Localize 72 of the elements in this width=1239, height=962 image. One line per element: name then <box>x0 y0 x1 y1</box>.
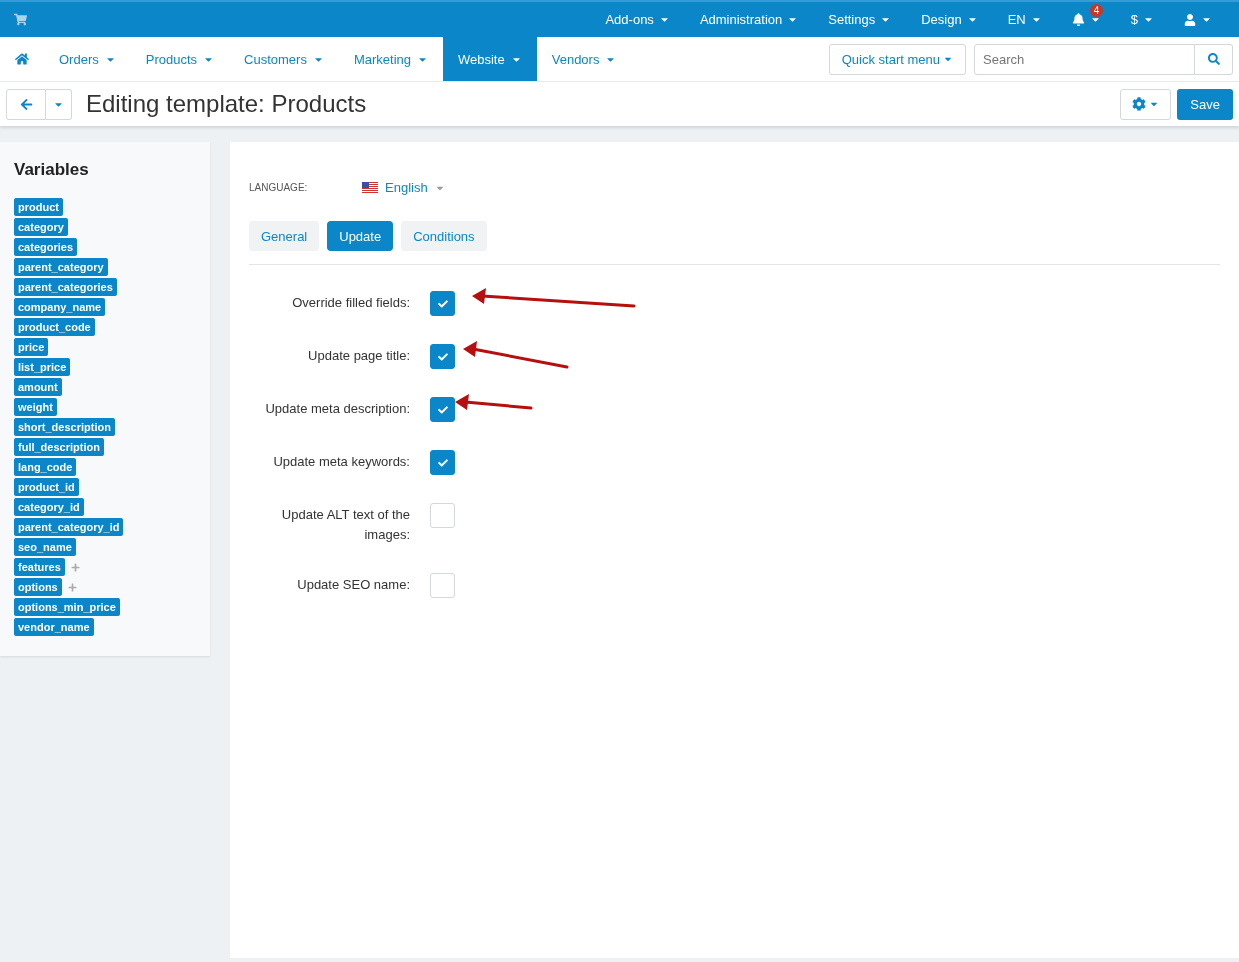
check-icon <box>437 298 448 309</box>
variable-tag[interactable]: list_price <box>14 358 71 376</box>
tab[interactable]: Conditions <box>401 221 487 251</box>
top-menu-item[interactable]: Administration <box>686 12 812 27</box>
panel-title: Variables <box>14 160 90 180</box>
flag-icon <box>362 182 378 193</box>
top-menu-item[interactable]: Design <box>908 12 991 27</box>
variable-tag[interactable]: amount <box>14 378 62 396</box>
field-label: Override filled fields: <box>291 294 410 312</box>
variable-tag[interactable]: options <box>14 578 62 596</box>
variable-tag[interactable]: seo_name <box>14 538 76 556</box>
top-menu-item[interactable]: Settings <box>815 12 905 27</box>
variable-tag[interactable]: options_min_price <box>14 598 120 616</box>
language-label: LANGUAGE: <box>249 182 309 193</box>
checkbox[interactable] <box>430 291 455 316</box>
language-selector[interactable]: English <box>362 180 445 195</box>
variable-tag[interactable]: short_description <box>14 418 115 436</box>
plus-icon[interactable] <box>67 582 77 592</box>
variable-tag[interactable]: parent_category_id <box>14 518 124 536</box>
quick-start-button[interactable]: Quick start menu <box>828 43 966 75</box>
search-button[interactable] <box>1195 43 1233 75</box>
nav-tab[interactable]: Orders <box>44 37 131 81</box>
page-title: Editing template: Products <box>86 90 367 118</box>
nav-tab[interactable]: Website <box>443 37 537 81</box>
save-button[interactable]: Save <box>1177 88 1233 120</box>
variable-tag[interactable]: lang_code <box>14 458 77 476</box>
nav-tab[interactable]: Products <box>130 37 230 81</box>
checkbox[interactable] <box>430 397 455 422</box>
variable-tag[interactable]: category <box>14 218 68 236</box>
search-field[interactable]: Search <box>974 43 1195 75</box>
variable-tag[interactable]: company_name <box>14 298 106 316</box>
nav-tab[interactable]: Customers <box>229 37 339 81</box>
plus-icon[interactable] <box>70 562 80 572</box>
variable-tag[interactable]: vendor_name <box>14 618 94 636</box>
variable-tag[interactable]: product_id <box>14 478 79 496</box>
variable-tag[interactable]: price <box>14 338 49 356</box>
notification-badge: 4 <box>1089 4 1104 17</box>
tab[interactable]: Update <box>327 221 394 251</box>
variable-tag[interactable]: product <box>14 198 63 216</box>
user-icon <box>1184 13 1196 26</box>
field-label: Update meta keywords: <box>272 453 410 471</box>
tab[interactable]: General <box>249 221 320 251</box>
check-icon <box>437 404 448 415</box>
variable-tag[interactable]: features <box>14 558 65 576</box>
variable-tag[interactable]: categories <box>14 238 78 256</box>
field-label: Update SEO name: <box>296 576 410 594</box>
check-icon <box>437 351 448 362</box>
settings-button[interactable] <box>1120 88 1172 120</box>
settings-icon <box>1132 97 1147 111</box>
top-menu-item[interactable]: EN <box>994 12 1055 27</box>
back-button[interactable] <box>6 88 46 120</box>
variable-tag[interactable]: parent_category <box>14 258 108 276</box>
nav-tab[interactable]: Vendors <box>536 37 632 81</box>
home-icon <box>15 52 29 66</box>
field-label: Update ALT text of the images: <box>280 506 410 544</box>
variable-tag[interactable]: weight <box>14 398 57 416</box>
bell-icon <box>1071 13 1085 26</box>
back-arrow-icon <box>19 97 33 111</box>
field-label: Update meta description: <box>264 400 410 418</box>
variable-tag[interactable]: parent_categories <box>14 278 117 296</box>
checkbox[interactable] <box>430 344 455 369</box>
checkbox[interactable] <box>430 450 455 475</box>
check-icon <box>437 457 448 468</box>
top-menu-item[interactable]: Add-ons <box>592 12 683 27</box>
nav-tab[interactable]: Marketing <box>338 37 443 81</box>
search-icon <box>1207 53 1220 65</box>
field-label: Update page title: <box>307 347 410 365</box>
variable-tag[interactable]: full_description <box>14 438 104 456</box>
cart-icon[interactable] <box>14 13 27 26</box>
variable-tag[interactable]: product_code <box>14 318 95 336</box>
variable-tag[interactable]: category_id <box>14 498 84 516</box>
top-menu-item[interactable]: $ <box>1117 12 1167 27</box>
